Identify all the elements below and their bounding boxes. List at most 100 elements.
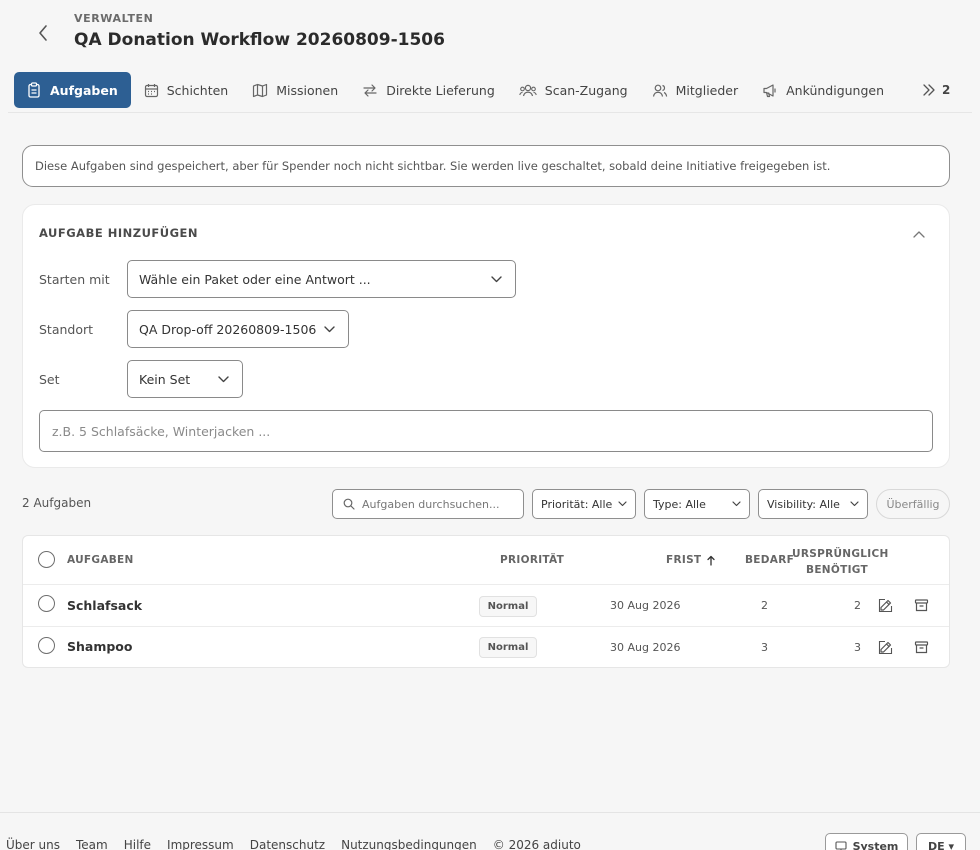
set-select[interactable]: Kein Set bbox=[127, 360, 243, 398]
users-icon bbox=[519, 84, 537, 96]
location-value: QA Drop-off 20260809-1506 bbox=[139, 321, 317, 337]
tab-ankuendigungen[interactable]: Ankündigungen bbox=[749, 72, 895, 108]
priority-badge: Normal bbox=[479, 637, 537, 658]
tab-schichten[interactable]: Schichten bbox=[131, 72, 240, 108]
double-chevron-right-icon bbox=[923, 84, 935, 96]
monitor-icon bbox=[835, 840, 847, 850]
chevron-down-icon bbox=[850, 501, 859, 507]
due-date: 30 Aug 2026 bbox=[610, 641, 681, 654]
copyright: © 2026 adiuto bbox=[492, 838, 581, 850]
chevron-up-icon bbox=[913, 231, 925, 238]
start-with-value: Wähle ein Paket oder eine Antwort ... bbox=[139, 271, 371, 287]
location-select[interactable]: QA Drop-off 20260809-1506 bbox=[127, 310, 349, 348]
tab-label: Scan-Zugang bbox=[544, 82, 628, 98]
task-name[interactable]: Shampoo bbox=[67, 639, 133, 654]
tab-scan-zugang[interactable]: Scan-Zugang bbox=[506, 72, 639, 108]
chevron-down-icon bbox=[491, 275, 502, 282]
row-checkbox[interactable] bbox=[38, 637, 55, 654]
sort-ascending-icon bbox=[707, 555, 716, 566]
location-label: Standort bbox=[39, 322, 94, 337]
user-icon bbox=[652, 84, 667, 97]
theme-button[interactable]: System bbox=[825, 833, 908, 850]
tab-aufgaben[interactable]: Aufgaben bbox=[14, 72, 131, 108]
tab-mitglieder[interactable]: Mitglieder bbox=[639, 72, 750, 108]
type-filter-label: Type: Alle bbox=[653, 497, 706, 511]
tab-bar: Aufgaben Schichten Missionen Direkte Lie… bbox=[14, 72, 966, 108]
start-with-label: Starten mit bbox=[39, 272, 110, 287]
search-icon bbox=[343, 498, 355, 510]
info-notice: Diese Aufgaben sind gespeichert, aber fü… bbox=[22, 145, 950, 187]
search-input[interactable] bbox=[362, 497, 522, 511]
column-header-priority: PRIORITÄT bbox=[500, 554, 565, 566]
tabs-more-button[interactable]: 2 bbox=[922, 72, 950, 108]
select-all-checkbox[interactable] bbox=[38, 551, 55, 568]
overdue-toggle[interactable]: Überfällig bbox=[876, 489, 950, 519]
column-header-original-line2: BENÖTIGT bbox=[806, 564, 868, 576]
tab-label: Missionen bbox=[276, 82, 339, 98]
tabs-more-count: 2 bbox=[942, 83, 951, 97]
footer-link-imprint[interactable]: Impressum bbox=[167, 838, 234, 850]
chevron-down-icon bbox=[218, 375, 229, 382]
tab-label: Schichten bbox=[166, 82, 229, 98]
add-task-title: AUFGABE HINZUFÜGEN bbox=[39, 226, 199, 240]
task-name[interactable]: Schlafsack bbox=[67, 598, 142, 613]
start-with-select[interactable]: Wähle ein Paket oder eine Antwort ... bbox=[127, 260, 516, 298]
need-value: 3 bbox=[761, 641, 768, 654]
edit-button[interactable] bbox=[876, 596, 894, 614]
footer-link-privacy[interactable]: Datenschutz bbox=[250, 838, 325, 850]
language-button[interactable]: DE ▾ bbox=[916, 833, 966, 850]
footer-link-terms[interactable]: Nutzungsbedingungen bbox=[341, 838, 477, 850]
column-header-original: URSPRÜNGLICH BENÖTIGT bbox=[792, 546, 888, 578]
calendar-icon bbox=[144, 83, 158, 97]
type-filter[interactable]: Type: Alle bbox=[644, 489, 750, 519]
clipboard-icon bbox=[28, 82, 40, 98]
archive-button[interactable] bbox=[912, 596, 930, 614]
tab-label: Ankündigungen bbox=[786, 82, 885, 98]
visibility-filter-label: Visibility: Alle bbox=[767, 497, 840, 511]
footer-divider bbox=[0, 812, 980, 813]
arrows-exchange-icon bbox=[363, 83, 377, 97]
column-header-task: AUFGABEN bbox=[67, 554, 134, 566]
pencil-icon bbox=[878, 640, 892, 654]
tab-missionen[interactable]: Missionen bbox=[239, 72, 349, 108]
footer-link-help[interactable]: Hilfe bbox=[124, 838, 151, 850]
archive-button[interactable] bbox=[912, 638, 930, 656]
chevron-down-icon bbox=[324, 325, 335, 332]
task-search[interactable] bbox=[332, 489, 524, 519]
archive-icon bbox=[914, 641, 928, 654]
chevron-left-icon bbox=[39, 25, 47, 41]
footer-link-team[interactable]: Team bbox=[76, 838, 108, 850]
row-divider bbox=[23, 626, 949, 627]
column-header-need: BEDARF bbox=[745, 554, 795, 566]
tabs-divider bbox=[8, 112, 972, 113]
chevron-down-icon bbox=[618, 501, 627, 507]
archive-icon bbox=[914, 599, 928, 612]
task-count: 2 Aufgaben bbox=[22, 496, 92, 510]
due-date: 30 Aug 2026 bbox=[610, 599, 681, 612]
priority-filter[interactable]: Priorität: Alle bbox=[532, 489, 636, 519]
original-need-value: 2 bbox=[854, 599, 861, 612]
map-icon bbox=[253, 83, 268, 97]
edit-button[interactable] bbox=[876, 638, 894, 656]
footer-link-about[interactable]: Über uns bbox=[6, 838, 60, 850]
back-button[interactable] bbox=[30, 20, 56, 46]
tab-label: Direkte Lieferung bbox=[386, 82, 495, 98]
collapse-button[interactable] bbox=[910, 226, 928, 242]
tab-label: Mitglieder bbox=[675, 82, 739, 98]
priority-filter-label: Priorität: Alle bbox=[541, 497, 613, 511]
task-quick-add-input[interactable] bbox=[39, 410, 933, 452]
set-label: Set bbox=[39, 372, 60, 387]
megaphone-icon bbox=[763, 83, 776, 97]
visibility-filter[interactable]: Visibility: Alle bbox=[758, 489, 868, 519]
tab-label: Aufgaben bbox=[50, 82, 118, 98]
breadcrumb: VERWALTEN bbox=[74, 12, 154, 25]
chevron-down-icon bbox=[732, 501, 741, 507]
tab-direkte-lieferung[interactable]: Direkte Lieferung bbox=[349, 72, 506, 108]
table-header-divider bbox=[23, 584, 949, 585]
original-need-value: 3 bbox=[854, 641, 861, 654]
need-value: 2 bbox=[761, 599, 768, 612]
row-checkbox[interactable] bbox=[38, 595, 55, 612]
column-header-due[interactable]: FRIST bbox=[666, 554, 716, 566]
page-title: QA Donation Workflow 20260809-1506 bbox=[74, 30, 445, 50]
theme-label: System bbox=[852, 839, 899, 850]
